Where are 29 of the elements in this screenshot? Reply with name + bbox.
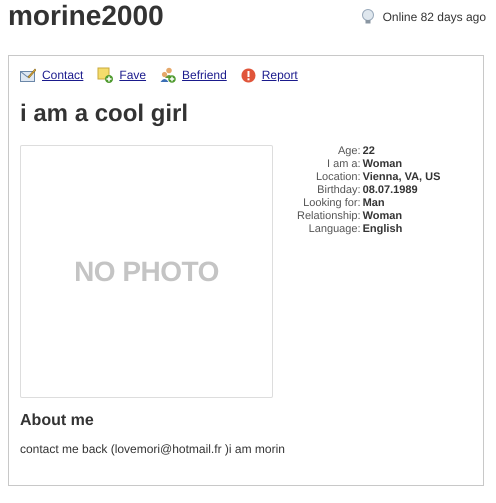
action-link[interactable]: Report <box>262 68 298 82</box>
detail-value: 22 <box>362 145 376 158</box>
online-status: Online 82 days ago <box>382 10 486 24</box>
people-plus-icon <box>160 67 176 83</box>
detail-label: Looking for: <box>302 197 361 210</box>
detail-label: Relationship: <box>297 210 361 223</box>
detail-label: Age: <box>336 145 361 158</box>
detail-label: Location: <box>314 171 361 184</box>
detail-value: Woman <box>362 158 404 171</box>
no-photo-label: NO PHOTO <box>74 256 219 288</box>
detail-value: 08.07.1989 <box>362 184 419 197</box>
detail-label: Language: <box>308 223 361 236</box>
about-heading: About me <box>20 412 95 430</box>
detail-value: Vienna, VA, US <box>362 171 440 184</box>
detail-value: Man <box>362 197 386 210</box>
action-link[interactable]: Befriend <box>182 68 227 82</box>
detail-label: Birthday: <box>316 184 361 197</box>
envelope-pencil-icon <box>20 68 36 82</box>
warning-icon <box>240 68 256 82</box>
username-title: morine2000 <box>8 0 164 32</box>
light-bulb-icon <box>360 9 375 24</box>
note-plus-icon <box>97 67 114 83</box>
action-link[interactable]: Fave <box>119 68 146 82</box>
detail-value: English <box>362 223 404 236</box>
action-link[interactable]: Contact <box>42 68 84 82</box>
detail-value: Woman <box>362 210 404 223</box>
profile-headline: i am a cool girl <box>20 100 190 128</box>
detail-label: I am a: <box>326 158 361 171</box>
about-text: contact me back (lovemori@hotmail.fr )i am morin <box>20 442 286 456</box>
